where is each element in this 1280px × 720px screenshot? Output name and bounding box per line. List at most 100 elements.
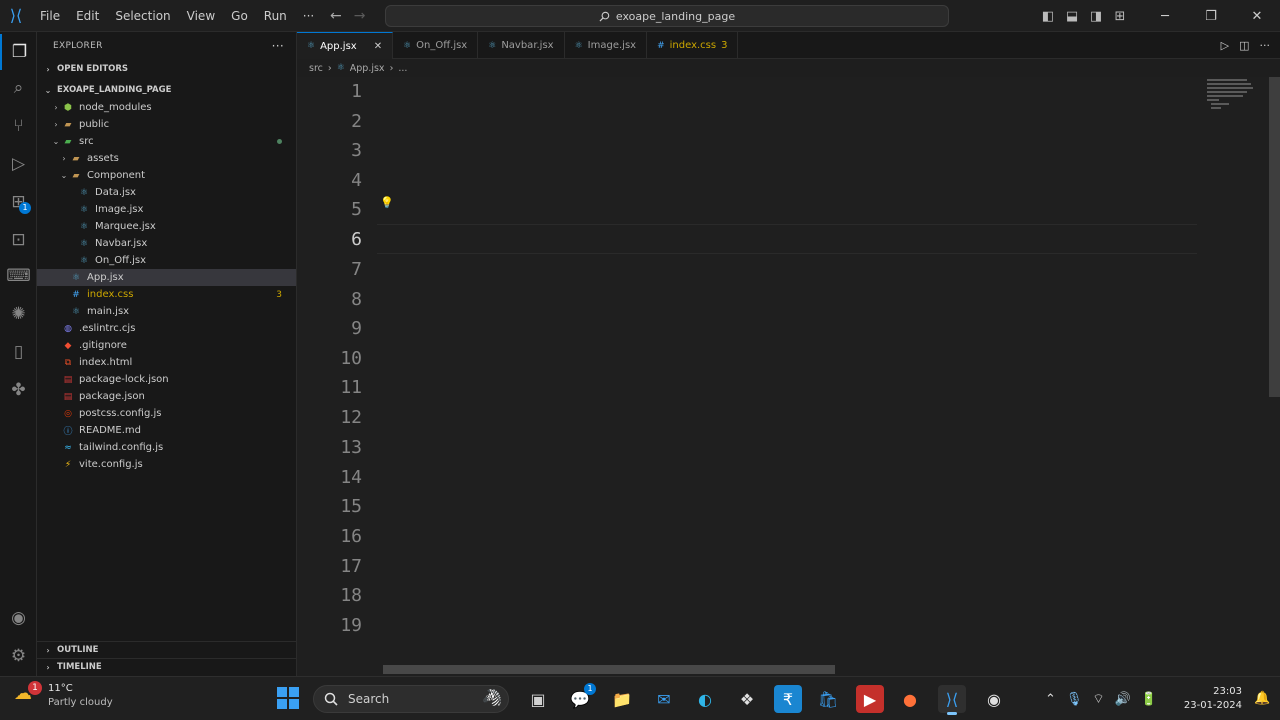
- more-actions-icon[interactable]: ···: [1260, 39, 1271, 52]
- file-item[interactable]: ⓘ README.md: [37, 422, 296, 439]
- file-item[interactable]: ⚛ Marquee.jsx: [37, 218, 296, 235]
- teams-chat-icon[interactable]: 💬 1: [566, 683, 596, 713]
- chevron-up-icon[interactable]: ⌃: [1045, 692, 1056, 707]
- file-item[interactable]: ◎ postcss.config.js: [37, 405, 296, 422]
- menu-run[interactable]: Run: [256, 0, 295, 32]
- menu-edit[interactable]: Edit: [68, 0, 107, 32]
- tab-image-jsx[interactable]: ⚛ Image.jsx: [565, 32, 648, 59]
- live-share-icon[interactable]: ✺: [0, 296, 37, 332]
- accounts-icon[interactable]: ◉: [0, 600, 37, 636]
- device-icon[interactable]: ▯: [0, 334, 37, 370]
- file-item[interactable]: ⚛ main.jsx: [37, 303, 296, 320]
- file-item[interactable]: ⧉ index.html: [37, 354, 296, 371]
- chevron-down-icon: ⌄: [44, 85, 52, 95]
- breadcrumb-file[interactable]: App.jsx: [350, 63, 385, 74]
- file-item[interactable]: # index.css 3: [37, 286, 296, 303]
- customize-layout-icon[interactable]: ⊞: [1108, 0, 1132, 32]
- volume-icon[interactable]: 🔊: [1115, 692, 1131, 707]
- edge-browser-icon[interactable]: ◐: [691, 685, 719, 713]
- restore-button[interactable]: ❐: [1188, 0, 1234, 32]
- menu-view[interactable]: View: [179, 0, 223, 32]
- close-tab-icon[interactable]: ✕: [374, 41, 382, 52]
- file-item[interactable]: ⚛ On_Off.jsx: [37, 252, 296, 269]
- vertical-scrollbar[interactable]: [1269, 77, 1280, 397]
- tab-index-css[interactable]: # index.css 3: [647, 32, 739, 59]
- taskbar-search-box[interactable]: Search 🦓: [313, 685, 509, 713]
- timeline-section[interactable]: › TIMELINE: [37, 658, 297, 675]
- breadcrumb-more[interactable]: ...: [398, 63, 407, 74]
- toggle-secondary-sidebar-icon[interactable]: ◨: [1084, 0, 1108, 32]
- lightbulb-icon[interactable]: 💡: [380, 196, 394, 209]
- media-player-icon[interactable]: ▶: [856, 685, 884, 713]
- terminal-icon[interactable]: ⌨: [0, 258, 37, 294]
- run-debug-icon[interactable]: ▷: [0, 146, 37, 182]
- taskbar-clock[interactable]: 23:03 23-01-2024: [1180, 685, 1242, 713]
- tree-item-label: README.md: [79, 425, 142, 436]
- vscode-logo-icon: ⟩⟨: [9, 6, 23, 25]
- tab-app-jsx[interactable]: ⚛ App.jsx ✕: [297, 32, 394, 59]
- microphone-icon[interactable]: 🎙: [1066, 692, 1083, 707]
- split-editor-icon[interactable]: ◫: [1239, 39, 1249, 52]
- file-item[interactable]: ▤ package-lock.json: [37, 371, 296, 388]
- file-item[interactable]: ≈ tailwind.config.js: [37, 439, 296, 456]
- folder-item[interactable]: › ▰ public: [37, 116, 296, 133]
- explorer-more-icon[interactable]: ···: [272, 39, 284, 53]
- file-item[interactable]: ▤ package.json: [37, 388, 296, 405]
- file-item[interactable]: ◍ .eslintrc.cjs: [37, 320, 296, 337]
- tab-on-off-jsx[interactable]: ⚛ On_Off.jsx: [393, 32, 479, 59]
- obs-recorder-icon[interactable]: ◉: [980, 685, 1008, 713]
- file-item[interactable]: ⚛ Data.jsx: [37, 184, 296, 201]
- firefox-icon[interactable]: ●: [896, 685, 924, 713]
- remote-explorer-icon[interactable]: ⊡: [0, 222, 37, 258]
- file-item[interactable]: ⚛ App.jsx: [37, 269, 296, 286]
- folder-item[interactable]: › ▰ assets: [37, 150, 296, 167]
- minimap[interactable]: [1203, 77, 1263, 117]
- forward-arrow-icon[interactable]: →: [354, 8, 366, 24]
- command-center-search[interactable]: exoape_landing_page: [385, 5, 949, 27]
- extensions-icon[interactable]: ⊞ 1: [0, 184, 37, 220]
- code-editor[interactable]: 12345678910111213141516171819 💡 import R…: [297, 77, 1280, 676]
- horizontal-scrollbar[interactable]: [383, 665, 835, 674]
- vscode-taskbar-icon[interactable]: ⟩⟨: [938, 685, 966, 715]
- minimize-button[interactable]: ─: [1142, 0, 1188, 32]
- folder-item[interactable]: › ⬢ node_modules: [37, 99, 296, 116]
- toggle-panel-icon[interactable]: ⬓: [1060, 0, 1084, 32]
- dropbox-icon[interactable]: ❖: [733, 685, 761, 713]
- tab-navbar-jsx[interactable]: ⚛ Navbar.jsx: [478, 32, 565, 59]
- run-play-icon[interactable]: ▷: [1221, 39, 1229, 52]
- weather-widget[interactable]: ☁ 1 11°C Partly cloudy: [14, 681, 113, 710]
- notification-bell-icon[interactable]: 🔔: [1254, 691, 1270, 706]
- file-item[interactable]: ⚛ Navbar.jsx: [37, 235, 296, 252]
- file-item[interactable]: ⚛ Image.jsx: [37, 201, 296, 218]
- file-explorer-icon[interactable]: 📁: [608, 685, 636, 713]
- project-section[interactable]: ⌄ EXOAPE_LANDING_PAGE: [37, 81, 296, 99]
- wifi-icon[interactable]: ⌔: [1092, 691, 1104, 707]
- battery-icon[interactable]: 🔋: [1141, 692, 1157, 707]
- menu-selection[interactable]: Selection: [107, 0, 178, 32]
- mail-icon[interactable]: ✉: [650, 685, 678, 713]
- back-arrow-icon[interactable]: ←: [330, 8, 342, 24]
- menu-go[interactable]: Go: [223, 0, 256, 32]
- file-item[interactable]: ⚡ vite.config.js: [37, 456, 296, 473]
- folder-item[interactable]: ⌄ ▰ Component: [37, 167, 296, 184]
- breadcrumb-folder[interactable]: src: [309, 63, 323, 74]
- search-icon[interactable]: ⌕: [0, 70, 37, 106]
- file-item[interactable]: ◆ .gitignore: [37, 337, 296, 354]
- task-view-icon[interactable]: ▣: [524, 685, 552, 713]
- breadcrumb: src › ⚛ App.jsx › ...: [297, 59, 407, 77]
- microsoft-store-icon[interactable]: 🛍: [814, 685, 842, 713]
- toggle-primary-sidebar-icon[interactable]: ◧: [1036, 0, 1060, 32]
- source-control-icon[interactable]: ⑂: [0, 108, 37, 144]
- outline-section[interactable]: › OUTLINE: [37, 641, 297, 658]
- modified-dot-icon: [277, 139, 282, 144]
- folder-item[interactable]: ⌄ ▰ src: [37, 133, 296, 150]
- menu-more[interactable]: ···: [295, 0, 322, 32]
- windows-start-icon[interactable]: [277, 687, 299, 709]
- open-editors-section[interactable]: › OPEN EDITORS: [37, 60, 296, 78]
- menu-file[interactable]: File: [32, 0, 68, 32]
- close-window-button[interactable]: ✕: [1234, 0, 1280, 32]
- python-icon[interactable]: ✤: [0, 372, 37, 408]
- manage-gear-icon[interactable]: ⚙: [0, 638, 37, 674]
- explorer-icon[interactable]: ❐: [0, 34, 37, 70]
- pay-app-icon[interactable]: ₹: [774, 685, 802, 713]
